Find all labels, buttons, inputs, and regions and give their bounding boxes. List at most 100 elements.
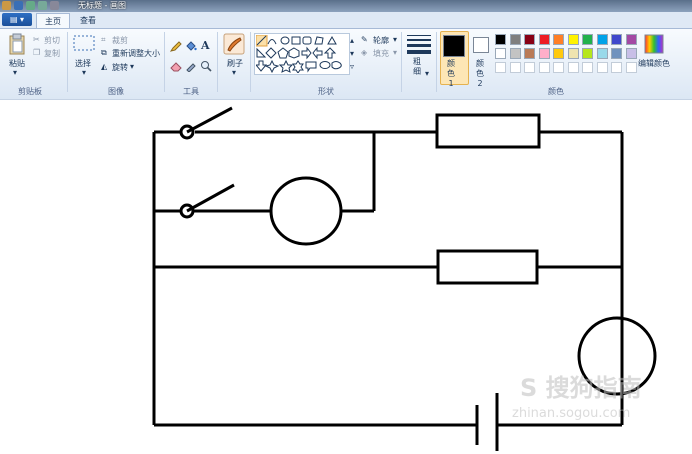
palette-swatch[interactable] (596, 34, 608, 45)
shapes-scroll-up-icon[interactable]: ▴ (350, 36, 354, 45)
select-icon[interactable] (73, 35, 95, 51)
palette-swatch[interactable] (582, 48, 593, 59)
tab-home[interactable]: 主页 (36, 13, 70, 29)
save-icon[interactable] (14, 1, 23, 10)
palette-swatch[interactable] (567, 48, 579, 59)
outline-dropdown-icon[interactable]: ▾ (393, 35, 397, 44)
palette-swatch-empty[interactable] (625, 62, 637, 73)
palette-swatch-empty[interactable] (596, 62, 608, 73)
palette-swatch[interactable] (538, 34, 550, 45)
size-button[interactable]: 粗细 (413, 57, 423, 77)
app-menu-button[interactable]: ▤ ▾ (2, 13, 32, 26)
outline-button[interactable]: 轮廓 (373, 35, 389, 46)
copy-button[interactable]: 复制 (44, 48, 60, 59)
palette-swatch-empty[interactable] (495, 62, 506, 73)
size-dropdown-icon[interactable]: ▾ (425, 69, 429, 78)
palette-swatch[interactable] (625, 48, 637, 59)
group-divider (164, 32, 165, 92)
palette-swatch-empty[interactable] (538, 62, 550, 73)
text-tool-icon[interactable]: A (201, 39, 210, 52)
select-dropdown-icon[interactable]: ▾ (82, 68, 86, 77)
clipboard-group-label: 剪贴板 (18, 87, 42, 96)
shapes-gallery-icons[interactable] (256, 35, 348, 73)
palette-swatch[interactable] (625, 34, 637, 45)
palette-swatch[interactable] (509, 48, 521, 59)
palette-swatch[interactable] (495, 34, 506, 45)
palette-swatch[interactable] (567, 34, 579, 45)
palette-swatch[interactable] (596, 48, 608, 59)
palette-swatch[interactable] (524, 48, 535, 59)
rotate-dropdown-icon[interactable]: ▾ (130, 62, 134, 71)
palette-swatch[interactable] (495, 48, 506, 59)
drawing-canvas[interactable]: S 搜狗指南 zhinan.sogou.com (0, 99, 692, 454)
tab-view[interactable]: 查看 (72, 13, 104, 28)
palette-swatch-empty[interactable] (553, 62, 564, 73)
outline-icon: ✎ (361, 35, 368, 44)
palette-swatch-empty[interactable] (509, 62, 521, 73)
magnifier-icon[interactable] (200, 60, 212, 72)
color1-swatch (443, 35, 465, 57)
shapes-group-label: 形状 (318, 87, 334, 96)
fill-bucket-icon[interactable] (185, 40, 197, 52)
group-divider (401, 32, 402, 92)
undo-icon[interactable] (26, 1, 35, 10)
group-divider (250, 32, 251, 92)
group-divider (67, 32, 68, 92)
fill-dropdown-icon[interactable]: ▾ (393, 48, 397, 57)
paste-icon[interactable] (8, 33, 26, 55)
pencil-icon[interactable] (170, 40, 182, 52)
quick-access-dropdown-icon[interactable] (50, 1, 59, 10)
rotate-button[interactable]: 旋转 (112, 62, 128, 73)
palette-swatch[interactable] (553, 34, 564, 45)
image-group-label: 图像 (108, 87, 124, 96)
palette-swatch[interactable] (553, 48, 564, 59)
tools-group-label: 工具 (183, 87, 199, 96)
palette-swatch-empty[interactable] (582, 62, 593, 73)
palette-swatch[interactable] (582, 34, 593, 45)
edit-colors-icon[interactable] (644, 34, 664, 54)
edit-colors-button[interactable]: 编辑颜色 (638, 58, 670, 69)
fill-button[interactable]: 填充 (373, 48, 389, 59)
scissors-icon: ✂ (33, 35, 40, 44)
color2-swatch[interactable] (473, 37, 489, 53)
shapes-expand-icon[interactable]: ▿ (350, 62, 354, 71)
lamp-1 (269, 176, 343, 246)
copy-icon: ❐ (33, 48, 41, 57)
resize-icon: ⧉ (101, 48, 107, 57)
group-divider (217, 32, 218, 92)
watermark-logo: S 搜狗指南 (520, 374, 642, 402)
window-title: 无标题 - 画图 (78, 1, 126, 10)
crop-icon: ⌗ (101, 35, 106, 44)
crop-button[interactable]: 裁剪 (112, 35, 128, 46)
palette-swatch[interactable] (538, 48, 550, 59)
palette-swatch-empty[interactable] (567, 62, 579, 73)
palette-swatch-empty[interactable] (524, 62, 535, 73)
eraser-icon[interactable] (170, 60, 182, 72)
group-divider (436, 32, 437, 92)
paste-dropdown-icon[interactable]: ▾ (13, 68, 17, 77)
shapes-scroll-down-icon[interactable]: ▾ (350, 49, 354, 58)
cut-button[interactable]: 剪切 (44, 35, 60, 46)
size-icon[interactable] (407, 34, 431, 54)
resize-button[interactable]: 重新调整大小 (112, 48, 160, 59)
palette-swatch[interactable] (611, 34, 622, 45)
redo-icon[interactable] (38, 1, 47, 10)
color-picker-icon[interactable] (185, 60, 197, 72)
resistor-2 (436, 249, 539, 285)
brush-icon[interactable] (223, 33, 245, 55)
switch-2-lever (186, 183, 235, 213)
palette-swatch[interactable] (509, 34, 521, 45)
watermark-url: zhinan.sogou.com (512, 406, 631, 421)
resistor-1 (435, 113, 541, 149)
palette-swatch[interactable] (524, 34, 535, 45)
rotate-icon: ◭ (101, 62, 108, 71)
brushes-dropdown-icon[interactable]: ▾ (232, 68, 236, 77)
palette-swatch[interactable] (611, 48, 622, 59)
colors-group-label: 颜色 (548, 87, 564, 96)
paint-app-icon[interactable] (2, 1, 11, 10)
color1-label: 颜色 1 (447, 59, 455, 88)
switch-1-lever (186, 106, 233, 134)
color2-label[interactable]: 颜色 2 (474, 59, 486, 89)
title-bar: 无标题 - 画图 (0, 0, 692, 12)
palette-swatch-empty[interactable] (611, 62, 622, 73)
